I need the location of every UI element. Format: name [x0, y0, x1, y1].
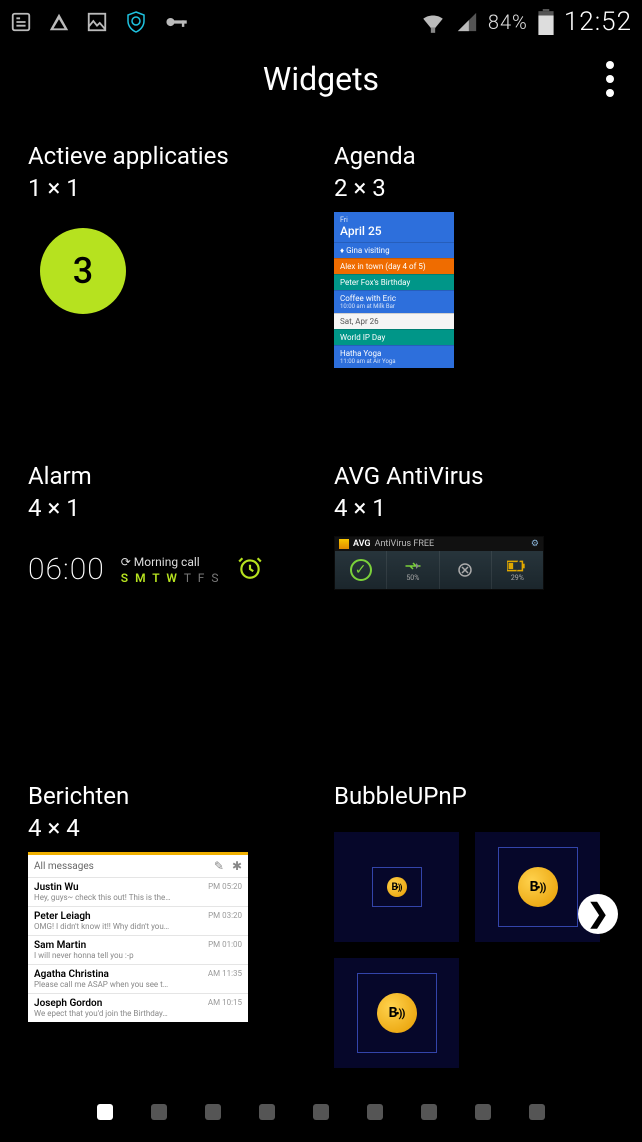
page-dot[interactable] — [529, 1104, 545, 1120]
widgets-header: Widgets — [0, 44, 642, 114]
gear-icon: ✱ — [232, 859, 242, 873]
avg-preview: AVG AntiVirus FREE ⚙ ✓ 50% — [334, 536, 544, 590]
bubble-tile: B — [334, 958, 459, 1068]
status-bar: 84% 12:52 — [0, 0, 642, 44]
page-title: Widgets — [0, 60, 642, 98]
widget-name: Actieve applicaties — [28, 142, 294, 170]
agenda-row: ♦ Gina visiting — [334, 242, 454, 258]
widget-name: Berichten — [28, 782, 294, 810]
active-apps-count-badge: 3 — [40, 228, 126, 314]
message-row: Sam MartinPM 01:00I will never honna tel… — [28, 935, 248, 964]
widget-name: Alarm — [28, 462, 294, 490]
alarm-preview: 06:00 ⟳ Morning call S M T W T F S — [28, 552, 294, 587]
alarm-clock-icon — [237, 555, 263, 585]
agenda-row: Sat, Apr 26 — [334, 313, 454, 329]
avg-scan-button: 50% — [387, 551, 439, 589]
clock: 12:52 — [564, 7, 632, 37]
avg-brand: AVG — [353, 539, 371, 549]
page-dot[interactable] — [151, 1104, 167, 1120]
bubbleupnp-preview: B B B — [334, 832, 614, 1068]
agenda-row: Peter Fox's Birthday — [334, 274, 454, 290]
message-row: Joseph GordonAM 10:15We epect that you'd… — [28, 993, 248, 1022]
messages-preview: All messages ✎ ✱ Justin WuPM 05:20Hey, g… — [28, 852, 248, 1022]
compose-icon: ✎ — [214, 859, 224, 873]
page-dot[interactable] — [313, 1104, 329, 1120]
messages-header-label: All messages — [34, 861, 94, 872]
widget-size: 4 × 1 — [334, 494, 614, 522]
next-page-button[interactable]: ❯ — [578, 894, 618, 934]
alarm-days: S M T W T F S — [121, 571, 221, 585]
widget-size: 4 × 1 — [28, 494, 294, 522]
message-row: Justin WuPM 05:20Hey, guys~ check this o… — [28, 877, 248, 906]
warning-icon — [48, 11, 70, 33]
avg-status-ok: ✓ — [335, 551, 387, 589]
check-icon: ✓ — [350, 559, 372, 581]
avg-scan-pct: 50% — [406, 574, 419, 582]
page-dot[interactable] — [421, 1104, 437, 1120]
widget-actieve-applicaties[interactable]: Actieve applicaties 1 × 1 3 — [28, 142, 294, 402]
avg-batt-pct: 29% — [511, 574, 524, 582]
widget-bubbleupnp[interactable]: BubbleUPnP B B B — [334, 782, 614, 1068]
widget-berichten[interactable]: Berichten 4 × 4 All messages ✎ ✱ Justin … — [28, 782, 294, 1068]
avg-product: AntiVirus FREE — [375, 539, 435, 549]
agenda-date: April 25 — [340, 224, 448, 238]
battery-icon — [538, 9, 554, 35]
message-row: Peter LeiaghPM 03:20OMG! I didn't know i… — [28, 906, 248, 935]
page-dot[interactable] — [475, 1104, 491, 1120]
agenda-row: World IP Day — [334, 329, 454, 345]
page-dot[interactable] — [367, 1104, 383, 1120]
image-icon — [86, 11, 108, 33]
avg-battery-button: 29% — [492, 551, 543, 589]
widget-size: 2 × 3 — [334, 174, 614, 202]
overflow-menu-button[interactable] — [598, 53, 622, 105]
widget-agenda[interactable]: Agenda 2 × 3 Fri April 25 ♦ Gina visitin… — [334, 142, 614, 402]
agenda-row: Coffee with Eric10:00 am at Milk Bar — [334, 290, 454, 313]
shield-icon — [124, 10, 148, 34]
widget-alarm[interactable]: Alarm 4 × 1 06:00 ⟳ Morning call S M T W… — [28, 462, 294, 722]
agenda-row: Hatha Yoga11:00 am at Air Yoga — [334, 345, 454, 368]
widget-size: 1 × 1 — [28, 174, 294, 202]
widgets-area: Actieve applicaties 1 × 1 3 Agenda 2 × 3… — [0, 114, 642, 1054]
gear-icon: ⚙ — [531, 539, 539, 549]
wifi-icon — [420, 11, 446, 33]
widget-size: 4 × 4 — [28, 814, 294, 842]
alarm-label: ⟳ Morning call — [121, 555, 221, 569]
battery-percent: 84% — [488, 10, 528, 34]
key-icon — [164, 11, 190, 33]
agenda-dow: Fri — [340, 216, 448, 224]
agenda-preview: Fri April 25 ♦ Gina visitingAlex in town… — [334, 212, 454, 368]
agenda-row: Alex in town (day 4 of 5) — [334, 258, 454, 274]
signal-icon — [456, 11, 478, 33]
repeat-icon: ⟳ — [121, 555, 134, 569]
widget-name: AVG AntiVirus — [334, 462, 614, 490]
alarm-time: 06:00 — [28, 552, 105, 587]
avg-logo-icon — [339, 539, 349, 549]
page-dot[interactable] — [97, 1104, 113, 1120]
avg-fix-button — [440, 551, 492, 589]
page-dot[interactable] — [259, 1104, 275, 1120]
bubble-tile: B — [334, 832, 459, 942]
widget-name: Agenda — [334, 142, 614, 170]
notification-icon — [10, 11, 32, 33]
page-dot[interactable] — [205, 1104, 221, 1120]
widget-avg-antivirus[interactable]: AVG AntiVirus 4 × 1 AVG AntiVirus FREE ⚙… — [334, 462, 614, 722]
message-row: Agatha ChristinaAM 11:35Please call me A… — [28, 964, 248, 993]
chevron-right-icon: ❯ — [587, 899, 609, 929]
page-indicator[interactable] — [0, 1104, 642, 1120]
widget-name: BubbleUPnP — [334, 782, 614, 810]
